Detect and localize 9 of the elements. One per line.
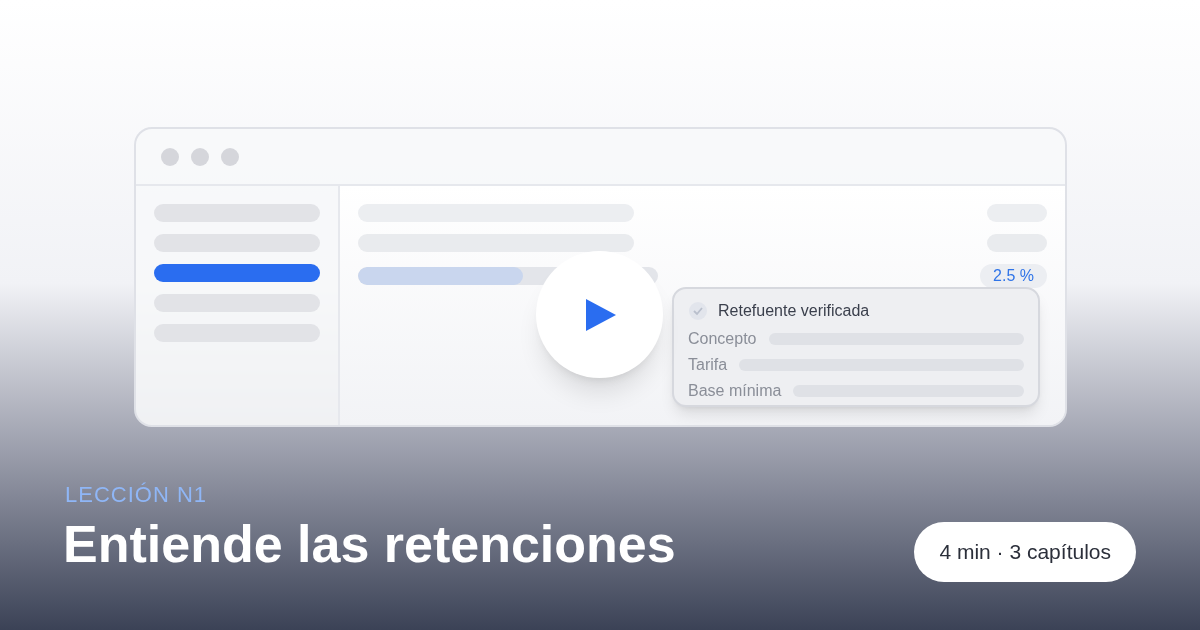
lesson-label: LECCIÓN N1 bbox=[65, 481, 208, 509]
field-label: Concepto bbox=[688, 329, 757, 349]
card-title: Retefuente verificada bbox=[718, 301, 870, 321]
lesson-title: Entiende las retenciones bbox=[63, 516, 676, 574]
rate-badge: 2.5 % bbox=[980, 264, 1047, 288]
duration-badge: 4 min · 3 capítulos bbox=[914, 522, 1136, 582]
field-label: Base mínima bbox=[688, 381, 782, 401]
sidebar-item[interactable] bbox=[154, 264, 320, 282]
field-label: Tarifa bbox=[688, 355, 728, 375]
